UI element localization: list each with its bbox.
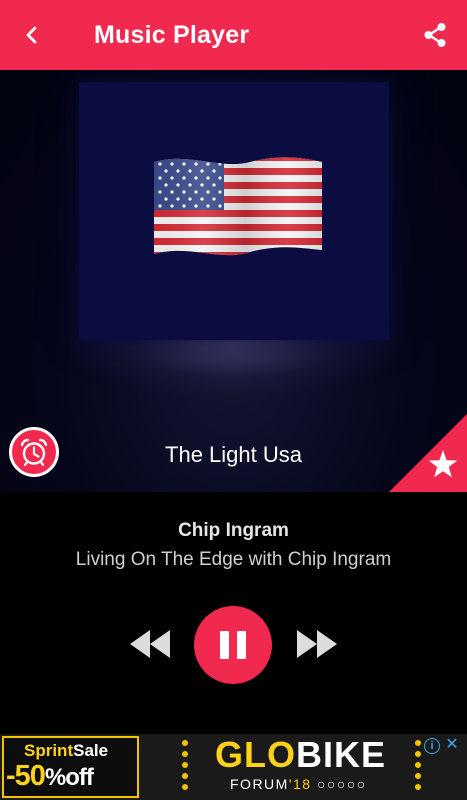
station-hero: The Light Usa: [0, 70, 467, 492]
ad-banner: SprintSale -50%off GLOBIKE FORUM'18 ○○○○…: [0, 734, 467, 800]
close-icon[interactable]: ✕: [443, 736, 461, 754]
ad-dots-right: [415, 740, 423, 795]
app-bar: Music Player: [0, 0, 467, 70]
ad-globike-logo: GLOBIKE: [215, 734, 387, 775]
favorite-button[interactable]: [389, 414, 467, 492]
chevron-left-icon: [26, 26, 37, 44]
track-artist: Chip Ingram: [178, 520, 289, 541]
ad-sprint-sale[interactable]: SprintSale -50%off: [2, 736, 139, 798]
pause-icon: [216, 631, 250, 659]
rewind-icon: [130, 630, 170, 658]
station-artwork: [79, 82, 389, 340]
rewind-button[interactable]: [128, 628, 172, 660]
share-icon: [424, 23, 446, 47]
ad-sprint-label: SprintSale: [24, 741, 109, 760]
ad-globike[interactable]: GLOBIKE FORUM'18 ○○○○○: [195, 734, 425, 800]
page-title: Music Player: [94, 21, 250, 49]
us-flag-image: [154, 157, 322, 256]
ad-dots-left: [182, 740, 190, 795]
back-button[interactable]: [14, 17, 50, 53]
track-title: Living On The Edge with Chip Ingram: [75, 549, 392, 570]
share-button[interactable]: [417, 17, 453, 53]
info-icon[interactable]: i: [424, 738, 440, 754]
fast-forward-icon: [297, 630, 337, 658]
fast-forward-button[interactable]: [295, 628, 339, 660]
ad-discount: -50%off: [6, 760, 94, 792]
pause-button[interactable]: [194, 606, 272, 684]
ad-forum-label: FORUM'18 ○○○○○: [230, 776, 367, 792]
